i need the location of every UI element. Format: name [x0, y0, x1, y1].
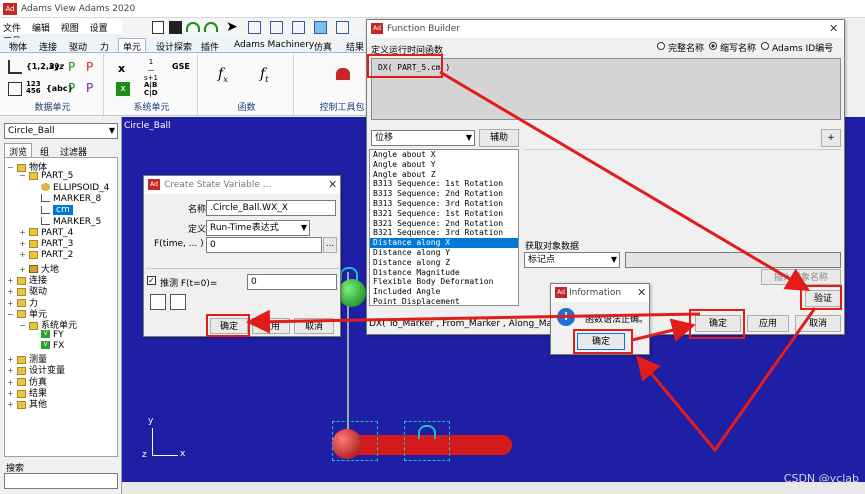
arrow-fb-ok-to-state-ok	[246, 309, 701, 334]
arrow-expression-to-verify	[439, 70, 811, 292]
arrow-verify-to-info	[636, 307, 817, 453]
annotation-arrows	[246, 70, 817, 453]
arrow-info-to-fb-ok	[631, 318, 696, 342]
